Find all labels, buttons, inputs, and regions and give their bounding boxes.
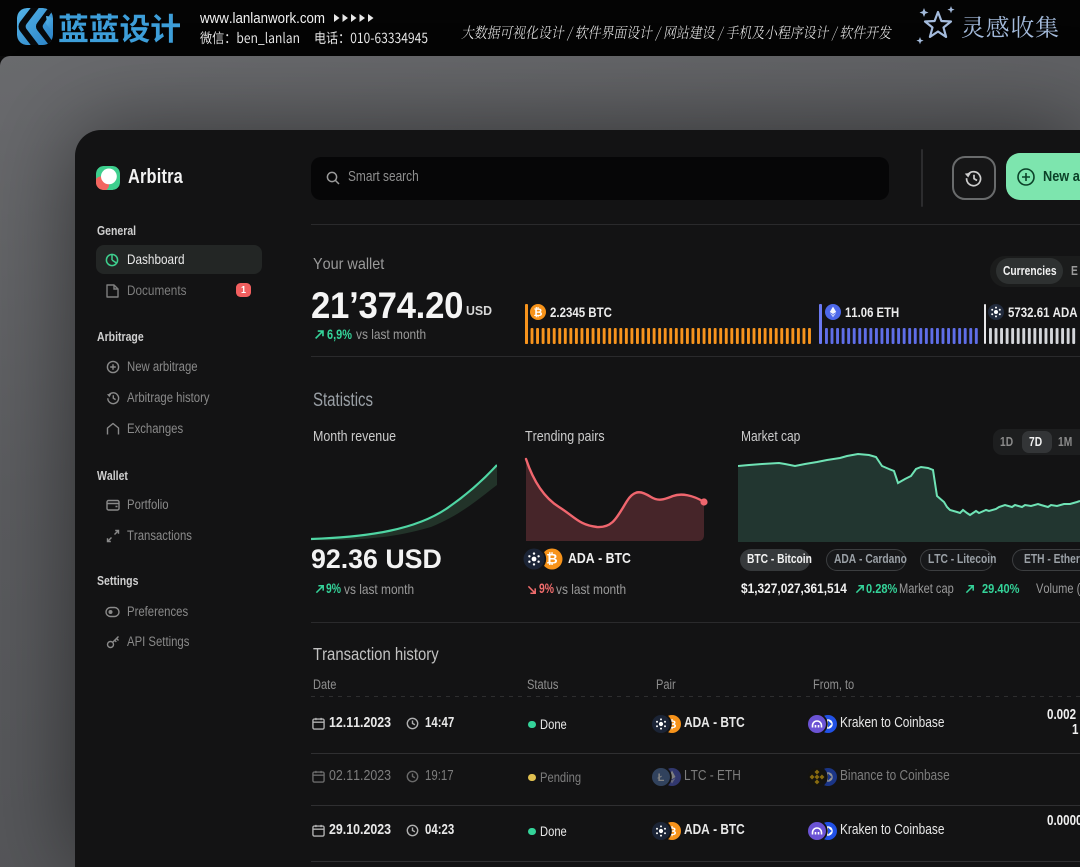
svg-text:₿: ₿: [546, 551, 557, 567]
svg-text:Ł: Ł: [658, 772, 665, 784]
svg-text:www.lanlanwork.com: www.lanlanwork.com: [199, 11, 325, 27]
svg-text:₿: ₿: [534, 307, 543, 319]
